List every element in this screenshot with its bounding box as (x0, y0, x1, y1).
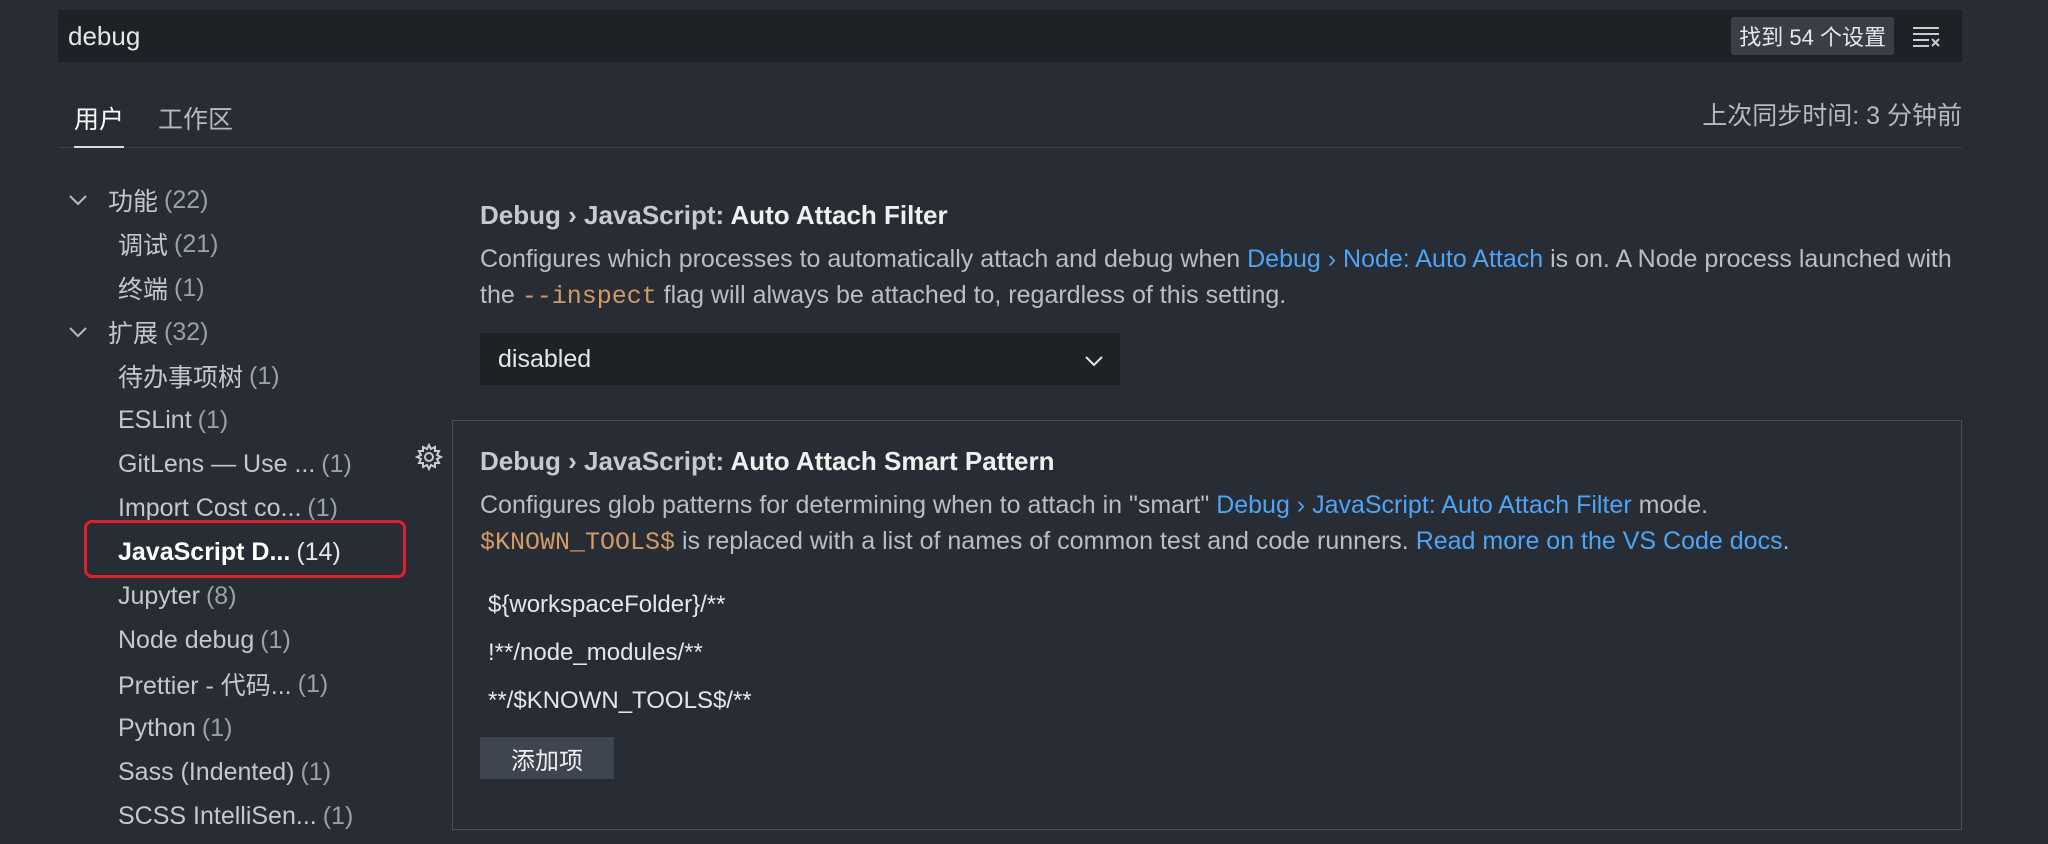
tree-item-label: Jupyter (118, 581, 200, 610)
tree-item-todo-tree[interactable]: 待办事项树 (1) (58, 354, 388, 398)
list-item[interactable]: !**/node_modules/** (480, 629, 1960, 677)
tree-item-count: (1) (297, 669, 329, 698)
tree-item-import-cost[interactable]: Import Cost co... (1) (58, 486, 388, 530)
tree-item-eslint[interactable]: ESLint (1) (58, 398, 388, 442)
tree-item-count: (1) (260, 625, 291, 654)
tree-item-label: ESLint (118, 405, 192, 434)
tree-item-label: JavaScript D... (118, 537, 291, 566)
tree-group-extensions[interactable]: 扩展 (32) (58, 310, 388, 354)
tree-item-label: Node debug (118, 625, 255, 654)
tree-item-javascript-debugger[interactable]: JavaScript D... (14) (58, 530, 388, 574)
tree-item-count: (1) (201, 713, 233, 742)
tree-group-count: (32) (164, 317, 209, 346)
tree-item-label: Sass (Indented) (118, 757, 295, 786)
setting-link[interactable]: Debug › Node: Auto Attach (1247, 245, 1543, 273)
tree-group-label: 扩展 (108, 320, 159, 348)
desc-text: Configures which processes to automatica… (480, 245, 1248, 273)
tree-item-count: (1) (174, 273, 205, 302)
tree-item-count: (1) (307, 493, 338, 522)
list-item[interactable]: **/$KNOWN_TOOLS$/** (480, 677, 1960, 725)
tree-item-jupyter[interactable]: Jupyter (8) (58, 574, 388, 618)
inline-code: $KNOWN_TOOLS$ (480, 528, 676, 557)
tree-item-label: 待办事项树 (118, 364, 244, 392)
setting-description: Configures which processes to automatica… (480, 241, 1960, 315)
search-input[interactable]: debug (58, 10, 1731, 62)
tree-item-debug[interactable]: 调试 (21) (58, 222, 388, 266)
tree-group-features[interactable]: 功能 (22) (58, 178, 388, 222)
tree-item-sass[interactable]: Sass (Indented) (1) (58, 750, 388, 794)
setting-category: Debug › JavaScript: (480, 200, 731, 230)
tree-item-count: (1) (321, 449, 352, 478)
setting-description: Configures glob patterns for determining… (480, 487, 1960, 561)
tree-item-count: (1) (322, 801, 354, 830)
desc-text: . (1782, 527, 1790, 555)
setting-auto-attach-smart-pattern: Debug › JavaScript: Auto Attach Smart Pa… (480, 446, 1960, 779)
dropdown-value: disabled (498, 344, 592, 373)
chevron-down-icon (1084, 345, 1104, 374)
auto-attach-filter-dropdown[interactable]: disabled (480, 333, 1120, 385)
setting-title: Debug › JavaScript: Auto Attach Filter (480, 200, 1960, 231)
add-item-button[interactable]: 添加项 (480, 737, 614, 779)
desc-text: Configures glob patterns for determining… (480, 491, 1217, 519)
desc-text: flag will always be attached to, regardl… (656, 281, 1287, 309)
setting-title: Debug › JavaScript: Auto Attach Smart Pa… (480, 446, 1960, 477)
setting-category: Debug › JavaScript: (480, 446, 731, 476)
tree-item-terminal[interactable]: 终端 (1) (58, 266, 388, 310)
desc-text: is replaced with a list of names of comm… (675, 527, 1416, 555)
tree-item-label: Prettier - 代码... (118, 672, 292, 700)
tree-item-label: GitLens — Use ... (118, 449, 316, 478)
inline-code: --inspect (521, 282, 657, 311)
search-result-count: 找到 54 个设置 (1731, 17, 1894, 55)
setting-name: Auto Attach Smart Pattern (730, 446, 1055, 476)
tree-item-count: (1) (249, 361, 280, 390)
setting-name: Auto Attach Filter (730, 200, 948, 230)
tree-item-label: Python (118, 713, 196, 742)
setting-auto-attach-filter: Debug › JavaScript: Auto Attach Filter C… (480, 200, 1960, 385)
clear-filter-icon[interactable] (1906, 16, 1946, 56)
tab-user[interactable]: 用户 (74, 96, 124, 148)
tree-item-count: (8) (205, 581, 237, 610)
tree-item-prettier[interactable]: Prettier - 代码... (1) (58, 662, 388, 706)
tree-item-label: 终端 (118, 276, 169, 304)
settings-toc-tree: 功能 (22) 调试 (21) 终端 (1) 扩展 (32) 待办事项树 (1)… (58, 178, 388, 838)
setting-link[interactable]: Debug › JavaScript: Auto Attach Filter (1216, 491, 1631, 519)
docs-link[interactable]: Read more on the VS Code docs (1416, 527, 1783, 555)
tree-item-label: Import Cost co... (118, 493, 302, 522)
tree-item-gitlens[interactable]: GitLens — Use ... (1) (58, 442, 388, 486)
tab-workspace[interactable]: 工作区 (158, 96, 233, 148)
tree-item-count: (1) (300, 757, 332, 786)
settings-tabs: 用户 工作区 上次同步时间: 3 分钟前 (58, 78, 1962, 148)
settings-search-bar[interactable]: debug 找到 54 个设置 (58, 10, 1962, 62)
tree-item-count: (1) (197, 405, 229, 434)
tree-group-count: (22) (164, 185, 209, 214)
tree-group-label: 功能 (108, 188, 159, 216)
tree-item-label: SCSS IntelliSen... (118, 801, 317, 830)
sync-status: 上次同步时间: 3 分钟前 (1702, 102, 1962, 130)
chevron-down-icon (64, 186, 92, 214)
tree-item-scss-intellisense[interactable]: SCSS IntelliSen... (1) (58, 794, 388, 838)
chevron-down-icon (64, 318, 92, 346)
tree-item-python[interactable]: Python (1) (58, 706, 388, 750)
tree-item-node-debug[interactable]: Node debug (1) (58, 618, 388, 662)
tree-item-count: (21) (174, 229, 219, 258)
gear-icon[interactable] (414, 442, 444, 472)
tree-item-count: (14) (296, 537, 341, 566)
tree-item-label: 调试 (118, 232, 169, 260)
list-item[interactable]: ${workspaceFolder}/** (480, 581, 1960, 629)
desc-text: mode. (1631, 491, 1709, 519)
pattern-list: ${workspaceFolder}/** !**/node_modules/*… (480, 581, 1960, 725)
